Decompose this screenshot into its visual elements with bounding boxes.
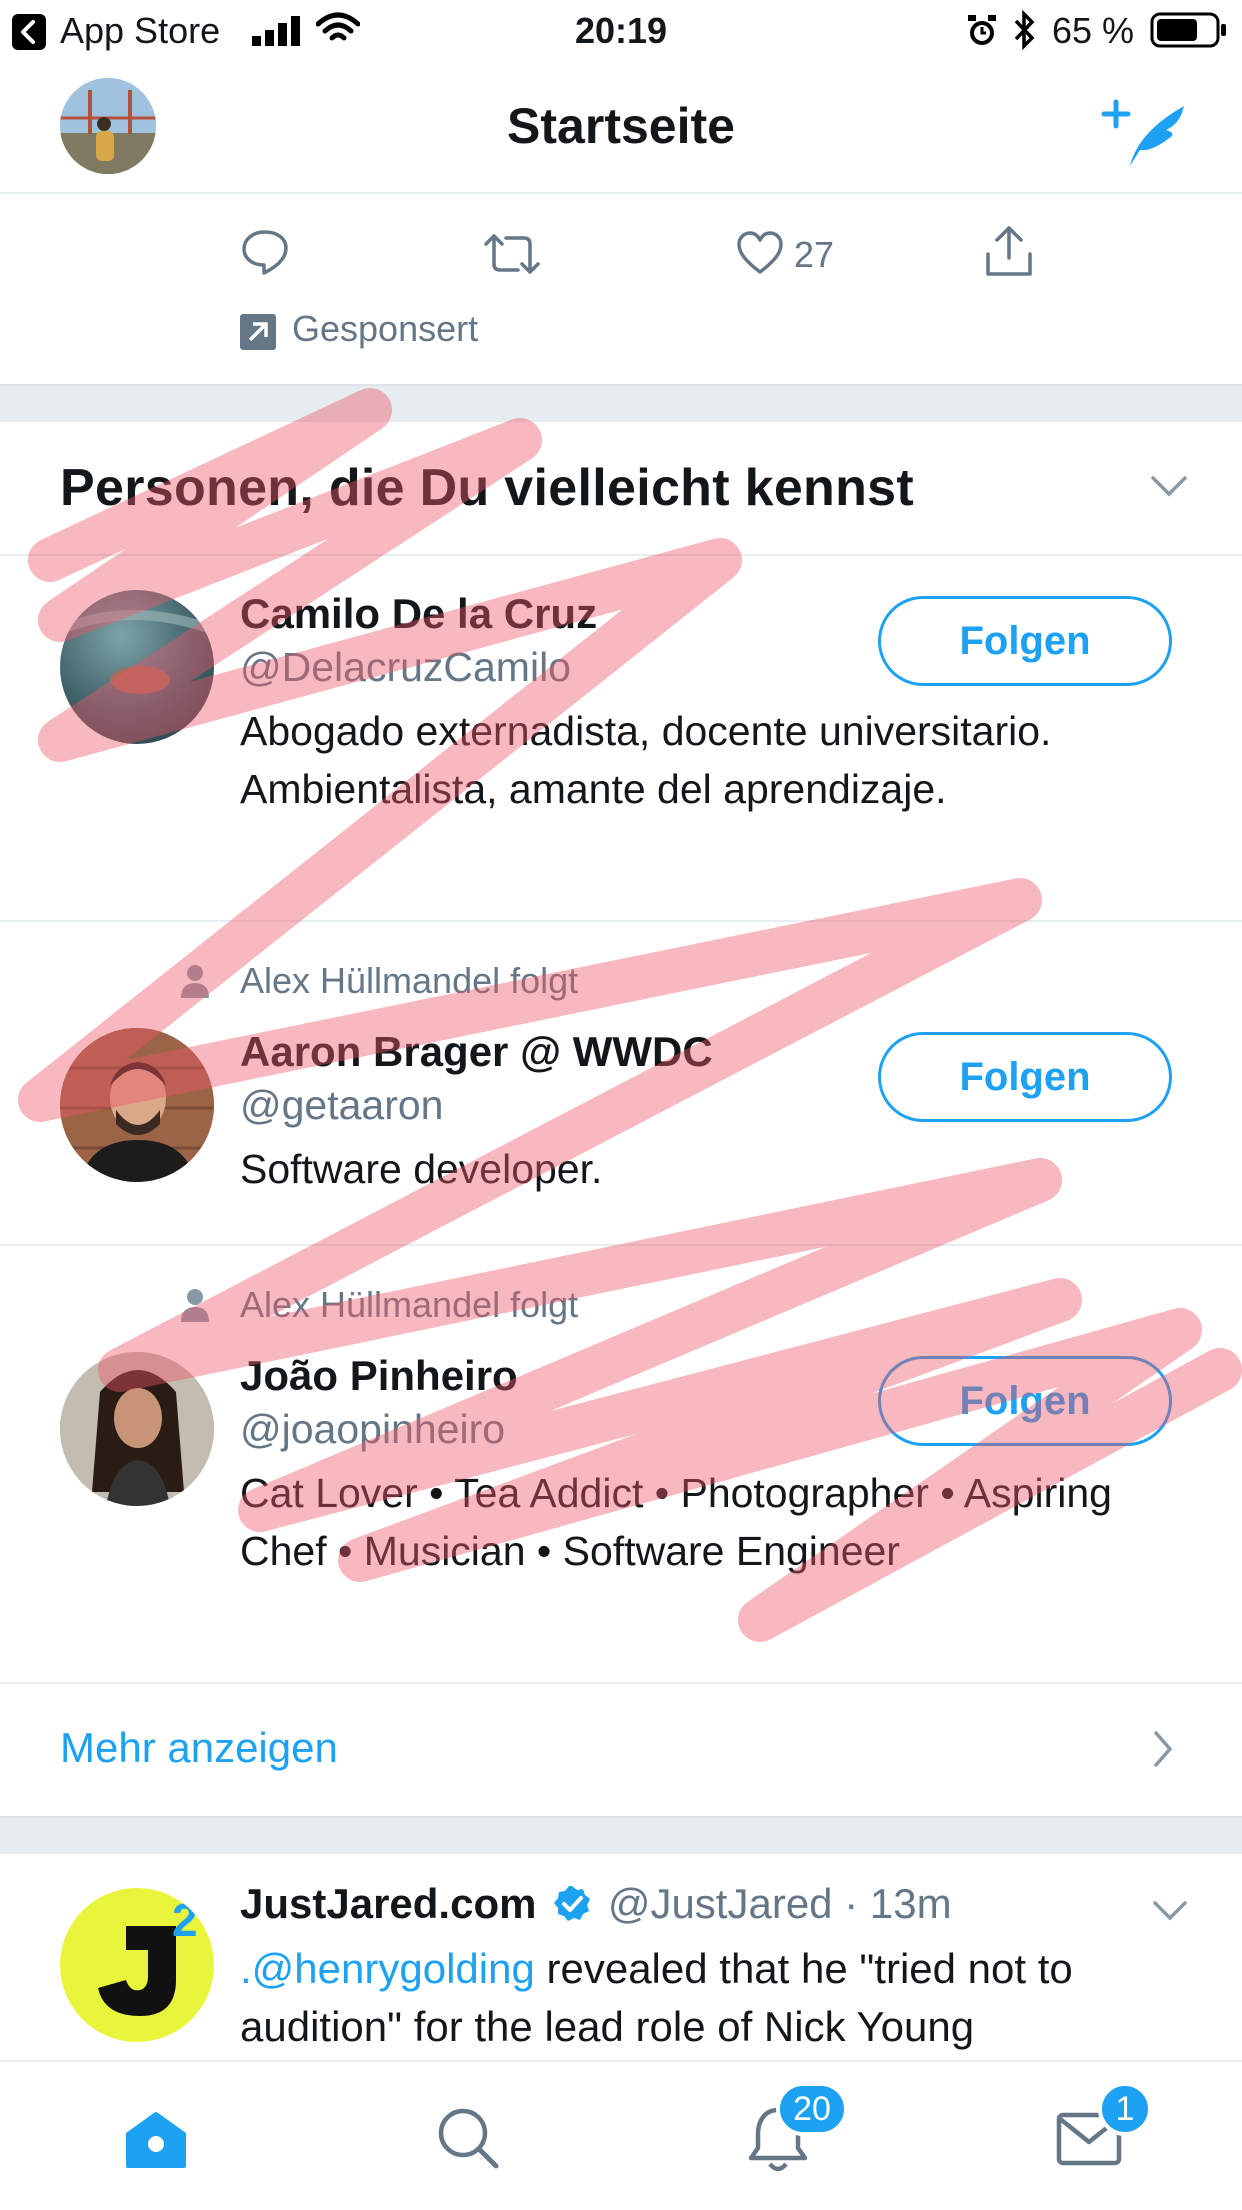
avatar-photo-icon [60, 1028, 214, 1182]
tweet-action-bar: 27 [0, 224, 1242, 304]
svg-text:2: 2 [172, 1894, 198, 1946]
battery-percent: 65 % [1052, 10, 1135, 51]
alarm-icon [968, 15, 996, 45]
show-more-link[interactable]: Mehr anzeigen [60, 1724, 338, 1772]
person-bio: Software developer. [240, 1146, 603, 1192]
messages-badge: 1 [1098, 2082, 1152, 2136]
divider [0, 1244, 1242, 1246]
retweet-icon[interactable] [482, 232, 542, 276]
person-icon [181, 965, 209, 998]
reply-icon[interactable] [240, 228, 290, 276]
tweet-separator: · [844, 1880, 859, 1927]
person-handle[interactable]: @DelacruzCamilo [240, 644, 571, 691]
page-title: Startseite [507, 98, 735, 154]
follow-button[interactable]: Folgen [878, 596, 1172, 686]
bluetooth-icon [1014, 10, 1035, 50]
navigation-bar: Startseite [0, 64, 1242, 194]
tweet-header: JustJared.com @JustJared · 13m [240, 1880, 952, 1928]
share-icon[interactable] [984, 224, 1034, 278]
section-separator [0, 1816, 1242, 1854]
mention-link[interactable]: .@henrygolding [240, 1945, 535, 1992]
avatar[interactable] [60, 1352, 214, 1506]
person-name[interactable]: João Pinheiro [240, 1352, 518, 1400]
chevron-down-icon[interactable] [1152, 1900, 1188, 1922]
person-bio: Cat Lover • Tea Addict • Photographer • … [240, 1470, 1112, 1574]
sponsored-text: Gesponsert [292, 308, 479, 349]
status-bar: App Store 20:19 65 % [0, 0, 1242, 64]
tweet-time: 13m [869, 1880, 952, 1927]
divider [0, 920, 1242, 922]
divider [0, 554, 1242, 556]
tweet-avatar[interactable]: 2 [60, 1888, 214, 2042]
person-handle[interactable]: @joaopinheiro [240, 1406, 505, 1453]
divider [0, 1682, 1242, 1684]
social-context: Alex Hüllmandel folgt [240, 960, 579, 1001]
tab-bar: 20 1 [0, 2060, 1242, 2210]
person-handle[interactable]: @getaaron [240, 1082, 443, 1129]
like-icon[interactable] [736, 230, 784, 276]
person-bio: Abogado externadista, docente universita… [240, 708, 1052, 812]
avatar[interactable] [60, 590, 214, 744]
follow-button[interactable]: Folgen [878, 1032, 1172, 1122]
avatar-photo-icon [60, 1352, 214, 1506]
follow-button[interactable]: Folgen [878, 1356, 1172, 1446]
tweet-author-handle[interactable]: @JustJared [608, 1880, 833, 1927]
notifications-badge: 20 [776, 2082, 848, 2136]
justjared-logo-icon: 2 [98, 1894, 198, 2016]
section-title: Personen, die Du vielleicht kennst [60, 459, 915, 517]
chevron-right-icon[interactable] [1152, 1730, 1174, 1768]
person-name[interactable]: Camilo De la Cruz [240, 590, 597, 638]
person-icon [181, 1289, 209, 1322]
section-separator [0, 384, 1242, 424]
promoted-icon [240, 314, 276, 350]
like-count: 27 [794, 234, 835, 275]
tweet-author-name[interactable]: JustJared.com [240, 1880, 536, 1927]
tweet-text: .@henrygolding revealed that he "tried n… [240, 1940, 1180, 2056]
search-icon[interactable] [436, 2106, 500, 2170]
home-icon[interactable] [124, 2110, 188, 2170]
chevron-down-icon[interactable] [1150, 474, 1188, 498]
battery-icon [1150, 12, 1226, 48]
social-context: Alex Hüllmandel folgt [240, 1284, 579, 1325]
person-name[interactable]: Aaron Brager @ WWDC [240, 1028, 713, 1076]
verified-badge-icon [554, 1886, 591, 1921]
avatar[interactable] [60, 1028, 214, 1182]
avatar-photo-icon [60, 610, 214, 694]
compose-tweet-icon[interactable] [1100, 92, 1190, 172]
